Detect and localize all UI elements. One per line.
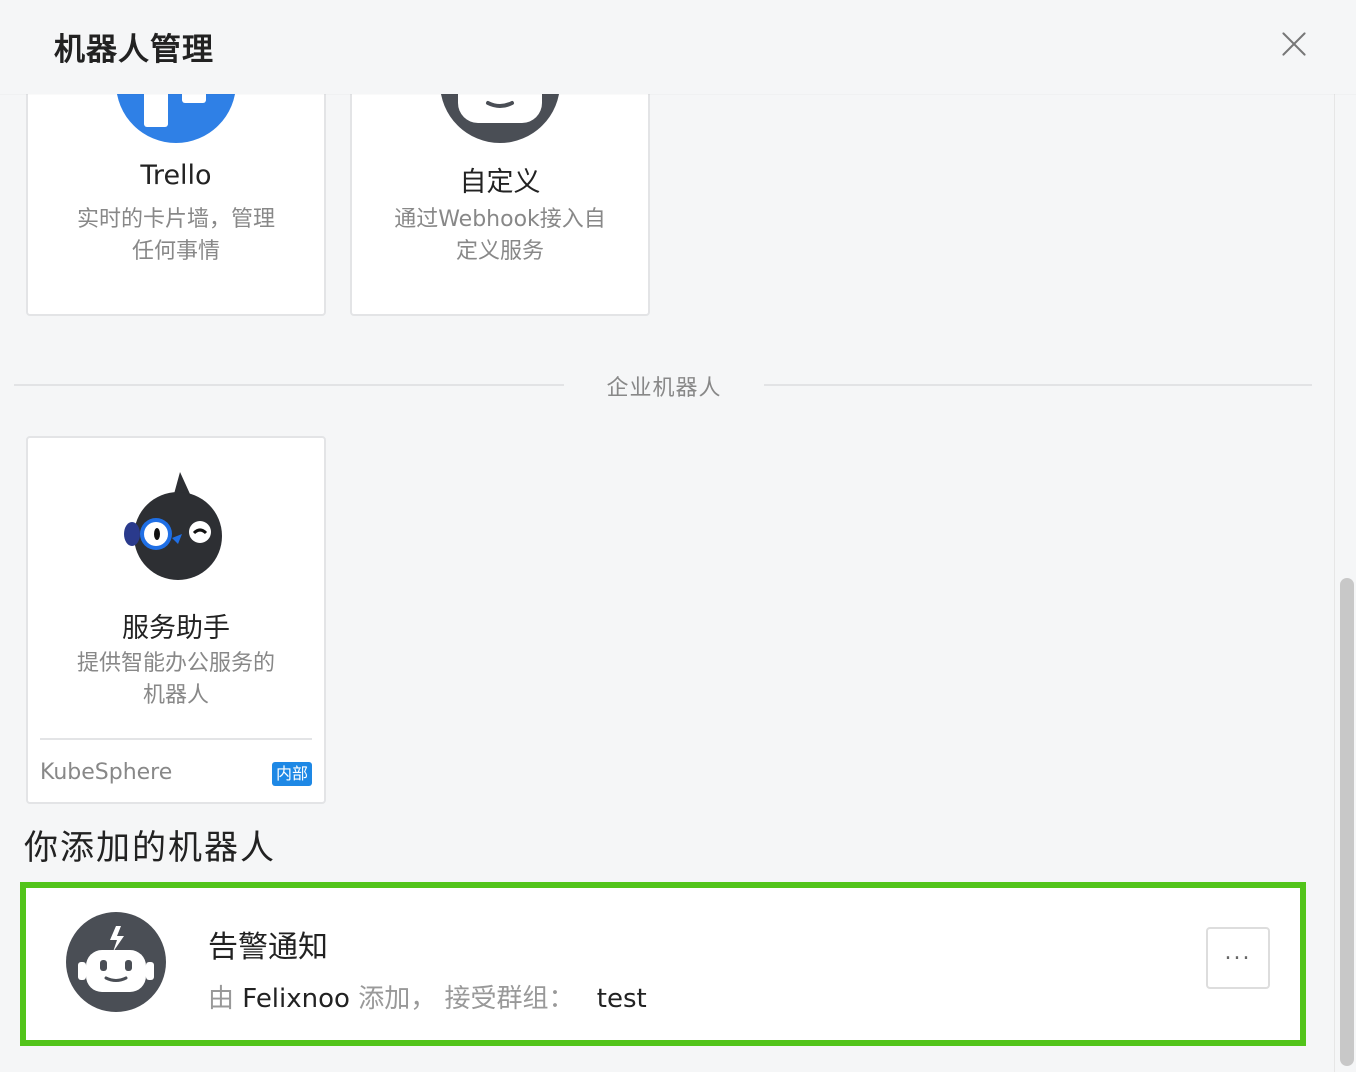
card-desc-line1: 提供智能办公服务的: [76, 651, 275, 676]
card-title: 自定义: [459, 167, 541, 198]
more-options-button[interactable]: ...: [1206, 927, 1270, 989]
bot-card-service-helper[interactable]: 服务助手 提供智能办公服务的 机器人 KubeSphere 内部: [26, 436, 326, 804]
meta-group-label: 接受群组：: [444, 984, 575, 1014]
robot-lightning-icon: [66, 912, 166, 1012]
card-desc-line1: 实时的卡片墙，管理: [76, 207, 275, 232]
card-desc-line1: 通过Webhook接入自: [394, 207, 606, 232]
card-desc-line2: 任何事情: [131, 239, 220, 264]
service-helper-logo-icon: [124, 472, 232, 580]
added-bot-meta: 由 Felixnoo 添加， 接受群组： test: [208, 978, 647, 1015]
section-label-enterprise: 企业机器人: [606, 376, 722, 401]
meta-by-prefix: 由: [208, 984, 235, 1014]
dialog-content: Trello 实时的卡片墙，管理 任何事情 自定义 通过Webhook接入自 定…: [0, 94, 1334, 1072]
scrollbar-thumb[interactable]: [1340, 578, 1354, 1066]
trello-logo-icon: [116, 94, 236, 143]
dialog-header: 机器人管理: [0, 0, 1356, 94]
internal-badge: 内部: [271, 762, 312, 786]
bot-card-custom[interactable]: 自定义 通过Webhook接入自 定义服务: [350, 94, 650, 316]
robot-face-icon: [440, 94, 560, 143]
close-icon[interactable]: [1276, 26, 1312, 62]
robot-management-dialog: 机器人管理 Trello 实时的卡片墙，管理 任何事情 自定义 通过Webhoo…: [0, 0, 1356, 1072]
card-divider: [40, 738, 312, 740]
card-desc-line2: 定义服务: [455, 239, 544, 264]
divider-line-left: [14, 384, 564, 386]
card-desc-line2: 机器人: [142, 683, 209, 708]
scrollbar-track[interactable]: [1334, 94, 1356, 1072]
bot-card-trello[interactable]: Trello 实时的卡片墙，管理 任何事情: [26, 94, 326, 316]
section-title-added-bots: 你添加的机器人: [24, 828, 276, 868]
divider-line-right: [764, 384, 1312, 386]
meta-group-value: test: [596, 984, 647, 1014]
provider-name: KubeSphere: [40, 760, 173, 785]
card-title: 服务助手: [122, 613, 230, 644]
meta-added-suffix: 添加，: [358, 984, 437, 1014]
meta-added-by: Felixnoo: [242, 984, 350, 1014]
added-bot-name: 告警通知: [208, 930, 328, 965]
added-bot-item[interactable]: 告警通知 由 Felixnoo 添加， 接受群组： test ...: [20, 882, 1306, 1046]
card-title: Trello: [140, 160, 212, 191]
dialog-title: 机器人管理: [54, 32, 214, 68]
